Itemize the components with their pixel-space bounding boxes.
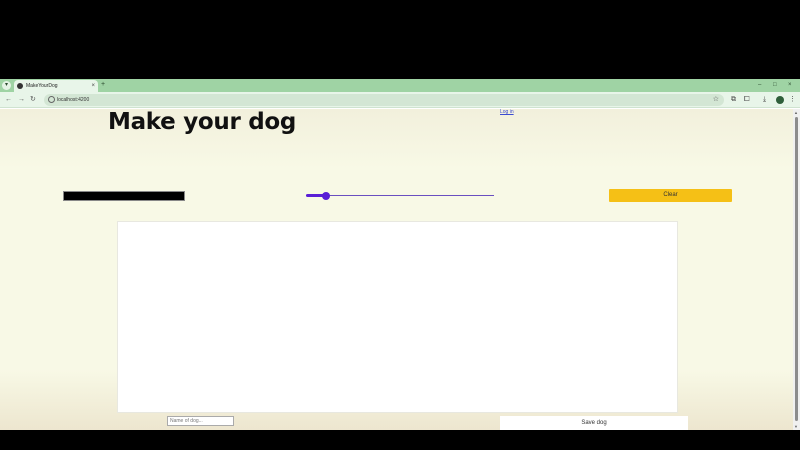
save-dog-button[interactable]: Save dog <box>500 416 688 430</box>
login-link[interactable]: Log in <box>500 109 514 115</box>
back-arrow-icon[interactable]: ← <box>5 95 12 105</box>
more-vert-icon[interactable]: ⋮ <box>789 95 796 105</box>
color-picker[interactable] <box>63 191 185 201</box>
scroll-up-icon[interactable]: ▲ <box>794 110 798 115</box>
address-bar[interactable]: localhost:4200 ☆ <box>44 94 724 106</box>
url-text: localhost:4200 <box>57 97 90 103</box>
clear-button[interactable]: Clear <box>609 189 732 202</box>
maximize-icon[interactable]: □ <box>773 81 777 89</box>
slider-track <box>306 195 494 196</box>
close-icon[interactable]: × <box>91 82 95 90</box>
star-icon[interactable]: ☆ <box>713 95 719 105</box>
forward-arrow-icon[interactable]: → <box>18 95 25 105</box>
screen: ▾ MakeYourDog × + – □ × ← → ↻ localhost:… <box>0 0 800 450</box>
tab-strip: ▾ MakeYourDog × + – □ × <box>0 79 800 92</box>
browser-window: ▾ MakeYourDog × + – □ × ← → ↻ localhost:… <box>0 79 800 430</box>
scrollbar[interactable]: ▲ ▼ <box>793 109 800 430</box>
drawing-canvas[interactable] <box>117 221 678 413</box>
minimize-icon[interactable]: – <box>758 81 761 89</box>
tab-title: MakeYourDog <box>26 83 58 89</box>
favicon-icon <box>17 83 23 89</box>
scroll-down-icon[interactable]: ▼ <box>794 424 798 429</box>
puzzle-icon[interactable]: ⧠ <box>744 95 750 105</box>
tab-makeyourdog[interactable]: MakeYourDog × <box>14 80 98 92</box>
brush-size-slider[interactable] <box>306 191 494 201</box>
browser-toolbar: ← → ↻ localhost:4200 ☆ ⧉ ⧠ ⤓ ⋮ <box>0 92 800 108</box>
slider-thumb[interactable] <box>322 192 330 200</box>
chevron-down-icon[interactable]: ▾ <box>2 81 11 90</box>
avatar[interactable] <box>776 96 784 104</box>
site-info-icon[interactable] <box>48 96 55 103</box>
download-icon[interactable]: ⤓ <box>763 95 766 105</box>
new-tab-button[interactable]: + <box>101 81 105 89</box>
scroll-thumb[interactable] <box>795 117 798 421</box>
reload-icon[interactable]: ↻ <box>30 95 36 105</box>
page-title: Make your dog <box>108 109 297 135</box>
dog-name-input[interactable] <box>167 416 234 426</box>
page-viewport: Log in Make your dog Clear Save dog ▲ ▼ <box>0 109 800 430</box>
split-view-icon[interactable]: ⧉ <box>731 95 736 105</box>
window-close-icon[interactable]: × <box>788 81 792 89</box>
